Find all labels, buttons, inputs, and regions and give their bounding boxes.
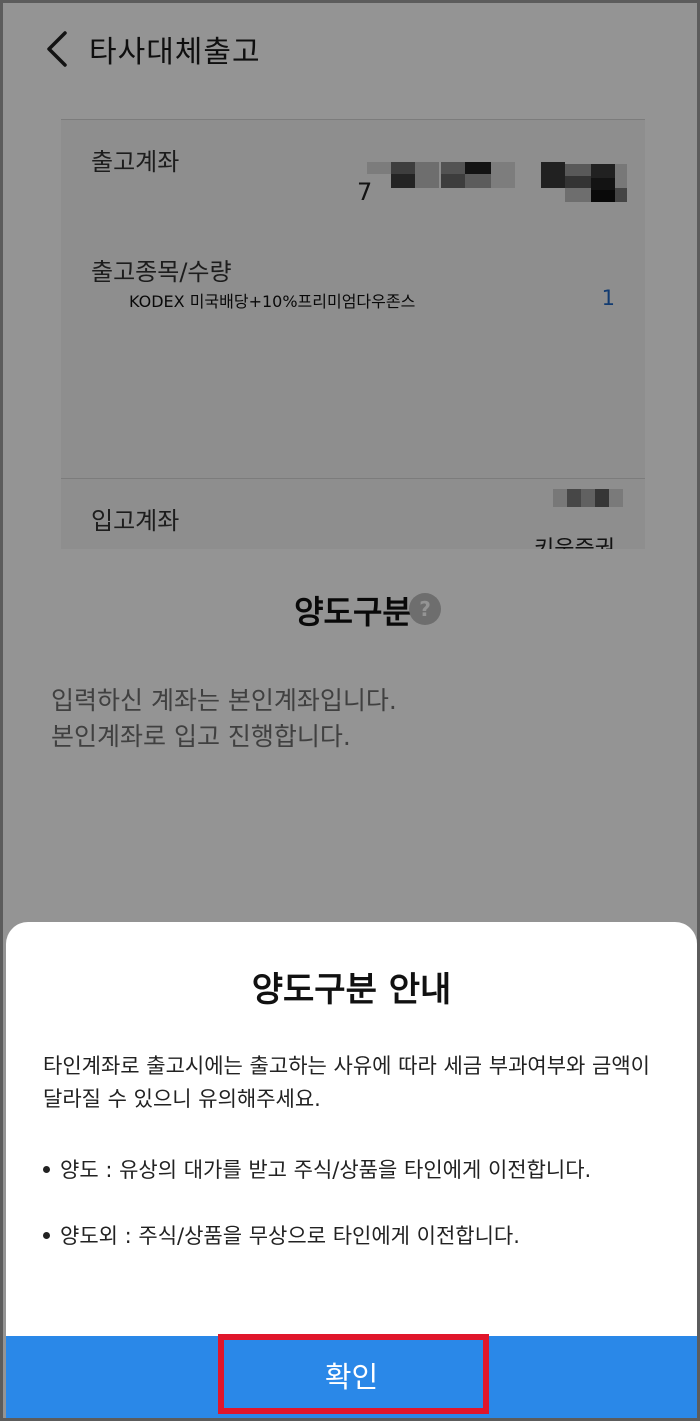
bullet-dot-icon: [43, 1165, 50, 1173]
bullet-non-transfer: 양도외 : 주식/상품을 무상으로 타인에게 이전합니다.: [43, 1220, 520, 1250]
screen-frame: 타사대체출고 출고계좌 7 출고종목/수량 KODEX 미국배당+10%프리미엄…: [0, 0, 700, 1421]
transfer-type-guide-modal: 양도구분 안내 타인계좌로 출고시에는 출고하는 사유에 따라 세금 부과여부와…: [6, 922, 697, 1418]
bullet-transfer: 양도 : 유상의 대가를 받고 주식/상품을 타인에게 이전합니다.: [43, 1154, 591, 1184]
confirm-button-label: 확인: [324, 1362, 379, 1394]
bullet-dot-icon: [43, 1231, 50, 1239]
modal-description: 타인계좌로 출고시에는 출고하는 사유에 따라 세금 부과여부와 금액이 달라질…: [43, 1054, 651, 1111]
bullet-transfer-text: 양도 : 유상의 대가를 받고 주식/상품을 타인에게 이전합니다.: [60, 1158, 592, 1182]
confirm-button[interactable]: 확인: [6, 1336, 697, 1418]
modal-title: 양도구분 안내: [251, 970, 452, 1010]
bullet-non-transfer-text: 양도외 : 주식/상품을 무상으로 타인에게 이전합니다.: [60, 1224, 520, 1248]
